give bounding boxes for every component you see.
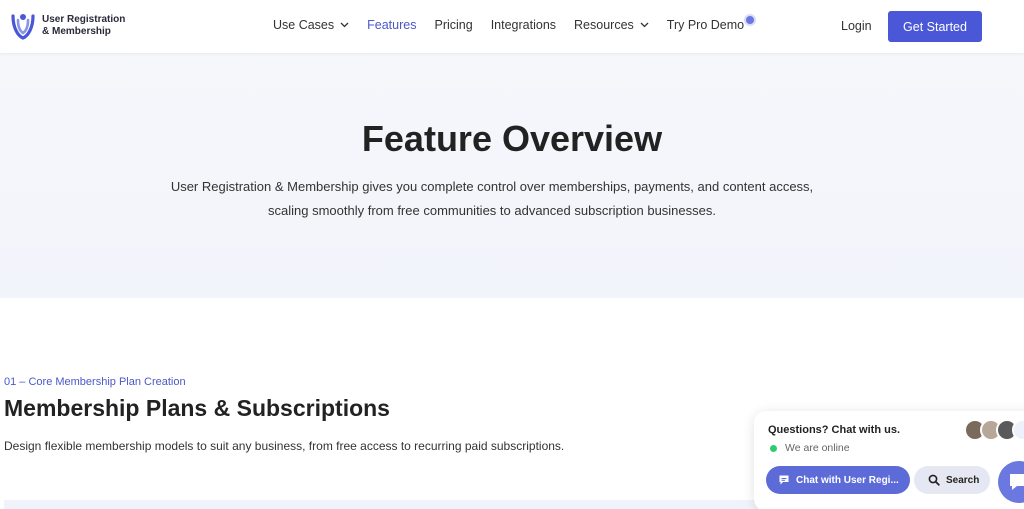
nav-item-label: Use Cases <box>273 18 335 32</box>
nav-item-label: Integrations <box>490 18 557 32</box>
chat-launcher-button[interactable] <box>998 461 1024 503</box>
chat-button[interactable]: Chat with User Regi... <box>766 466 910 494</box>
get-started-button[interactable]: Get Started <box>888 11 982 42</box>
chat-status-label: We are online <box>785 442 850 454</box>
section-description: Design flexible membership models to sui… <box>4 439 565 453</box>
hero-section: Feature Overview User Registration & Mem… <box>0 53 1024 298</box>
chevron-down-icon <box>640 22 649 28</box>
hero-description-line2: scaling smoothly from free communities t… <box>268 203 716 218</box>
online-status-icon <box>770 444 777 452</box>
site-header: User Registration & Membership Use Cases… <box>0 0 1024 53</box>
section-eyebrow: 01 – Core Membership Plan Creation <box>4 376 186 388</box>
login-link[interactable]: Login <box>841 19 872 33</box>
nav-item-use-cases[interactable]: Use Cases <box>273 18 349 32</box>
hero-description-line1: User Registration & Membership gives you… <box>170 179 814 194</box>
nav-item-try-pro-demo[interactable]: Try Pro Demo <box>666 16 755 32</box>
nav-item-features[interactable]: Features <box>367 18 416 32</box>
brand-name-line1: User Registration <box>42 14 126 25</box>
nav-item-resources[interactable]: Resources <box>574 18 649 32</box>
nav-item-label: Pricing <box>434 18 473 32</box>
nav-item-pricing[interactable]: Pricing <box>434 18 472 32</box>
chat-question: Questions? Chat with us. <box>768 424 901 436</box>
nav-item-label: Try Pro Demo <box>666 18 745 32</box>
chat-widget: Questions? Chat with us. We are online C… <box>754 411 1024 509</box>
chat-launcher-icon <box>1010 474 1024 490</box>
page-title: Feature Overview <box>361 118 663 159</box>
chevron-down-icon <box>340 22 349 28</box>
chat-button-label: Chat with User Regi... <box>796 474 899 486</box>
notification-dot-icon <box>746 16 755 24</box>
chat-bubble-icon <box>779 475 789 485</box>
chat-status: We are online <box>770 442 850 454</box>
brand-name: User Registration & Membership <box>42 14 125 38</box>
brand-logo[interactable]: User Registration & Membership <box>10 12 125 40</box>
nav-item-integrations[interactable]: Integrations <box>491 18 556 32</box>
hero-description: User Registration & Membership gives you… <box>132 175 852 223</box>
section-title: Membership Plans & Subscriptions <box>4 395 390 421</box>
brand-logo-icon <box>11 14 35 40</box>
search-icon <box>928 474 940 486</box>
search-button-label: Search <box>946 474 980 486</box>
nav-item-label: Resources <box>574 18 634 32</box>
search-button[interactable]: Search <box>914 466 990 494</box>
nav-item-label: Features <box>367 18 417 32</box>
feature-card-preview <box>4 500 764 509</box>
page: User Registration & Membership Use Cases… <box>0 0 1024 509</box>
brand-name-line2: & Membership <box>42 26 111 37</box>
agent-avatars <box>964 419 1024 441</box>
main-nav: Use Cases Features Pricing Integrations … <box>273 16 772 32</box>
